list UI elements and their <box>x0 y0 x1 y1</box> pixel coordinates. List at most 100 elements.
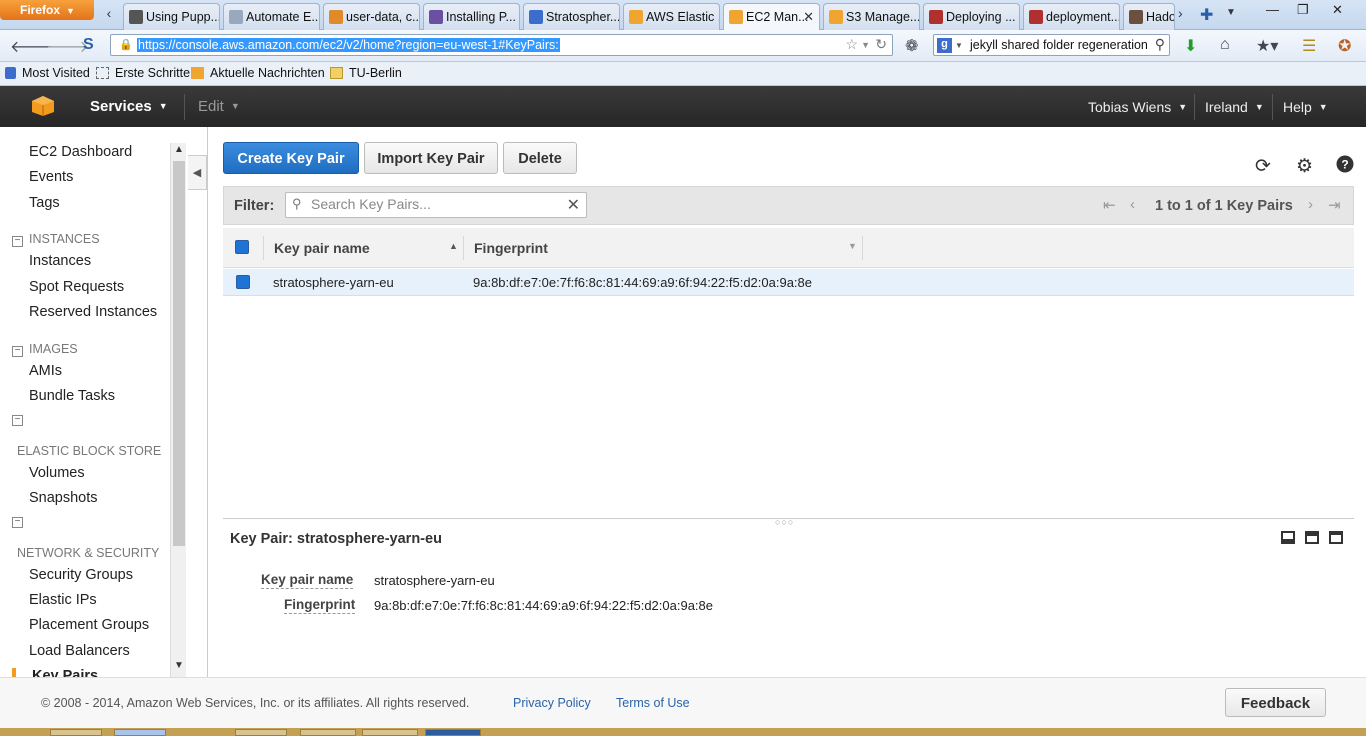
feedback-button[interactable]: Feedback <box>1225 688 1326 717</box>
google-icon[interactable]: g <box>937 38 952 53</box>
browser-tab[interactable]: Hado <box>1123 3 1175 30</box>
sidebar-section-images[interactable]: − IMAGES <box>12 342 78 357</box>
sidebar-item-instances[interactable]: Instances <box>29 253 91 269</box>
pane-maximize-icon[interactable] <box>1329 531 1343 544</box>
bookmark-aktuelle-nachrichten[interactable]: Aktuelle Nachrichten <box>191 66 325 80</box>
browser-tab[interactable]: Using Pupp... <box>123 3 220 30</box>
taskbar-button[interactable] <box>235 729 287 736</box>
next-page-icon[interactable]: › <box>1308 196 1313 213</box>
user-menu[interactable]: Tobias Wiens ▼ <box>1088 99 1187 115</box>
sidebar-item-security-groups[interactable]: Security Groups <box>29 567 133 583</box>
sort-indicator-icon[interactable]: ▼ <box>848 241 857 251</box>
scroll-down-icon[interactable]: ▼ <box>174 660 184 671</box>
bookmark-tu-berlin[interactable]: TU-Berlin <box>330 66 402 80</box>
browser-tab[interactable]: deployment... <box>1023 3 1120 30</box>
scrollbar-thumb[interactable] <box>173 161 185 546</box>
services-menu[interactable]: Services ▼ <box>90 98 168 115</box>
restore-icon[interactable]: ❐ <box>1297 2 1309 18</box>
sidebar-item-key-pairs[interactable]: Key Pairs <box>32 668 98 677</box>
row-checkbox[interactable] <box>236 275 250 289</box>
addon-icon[interactable]: ❁ <box>905 36 918 56</box>
sidebar-item-bundle-tasks[interactable]: Bundle Tasks <box>29 388 115 404</box>
import-key-pair-button[interactable]: Import Key Pair <box>364 142 498 174</box>
select-all-checkbox[interactable] <box>235 240 249 254</box>
browser-tab[interactable]: Stratospher... <box>523 3 620 30</box>
sidebar-item-placement-groups[interactable]: Placement Groups <box>29 617 149 633</box>
region-menu[interactable]: Ireland ▼ <box>1205 99 1264 115</box>
tab-list-chevron-icon[interactable]: ▼ <box>1226 7 1236 18</box>
sidebar-item-load-balancers[interactable]: Load Balancers <box>29 643 130 659</box>
sidebar-section-instances[interactable]: − INSTANCES <box>12 232 100 247</box>
search-bar[interactable]: g ▼ jekyll shared folder regeneration ⚲ <box>933 34 1170 56</box>
search-query[interactable]: jekyll shared folder regeneration <box>970 38 1148 52</box>
gear-icon[interactable]: ⚙ <box>1296 155 1313 178</box>
last-page-icon[interactable]: ⇥ <box>1328 196 1341 214</box>
close-window-icon[interactable]: ✕ <box>1332 2 1343 18</box>
help-menu[interactable]: Help ▼ <box>1283 99 1328 115</box>
taskbar-button[interactable] <box>50 729 102 736</box>
sidebar-item-snapshots[interactable]: Snapshots <box>29 490 98 506</box>
reload-icon[interactable]: ↻ <box>875 36 887 53</box>
table-row[interactable]: stratosphere-yarn-eu 9a:8b:df:e7:0e:7f:f… <box>223 269 1354 296</box>
sidebar-scrollbar[interactable]: ▲ ▼ <box>170 143 186 677</box>
close-tab-icon[interactable]: ✕ <box>803 9 814 25</box>
new-tab-icon[interactable]: ✚ <box>1200 5 1213 25</box>
pane-half-icon[interactable] <box>1305 531 1319 544</box>
sidebar-item-spot-requests[interactable]: Spot Requests <box>29 279 124 295</box>
browser-tab-active[interactable]: EC2 Man... ✕ <box>723 3 820 30</box>
refresh-icon[interactable]: ⟳ <box>1255 155 1271 178</box>
stylish-s-icon[interactable]: S <box>83 36 94 54</box>
privacy-policy-link[interactable]: Privacy Policy <box>513 696 591 710</box>
tab-scroll-left-icon[interactable]: ‹ <box>98 5 120 25</box>
toolbar-addon-icon[interactable]: ☰ <box>1302 36 1316 56</box>
browser-tab[interactable]: Automate E... <box>223 3 320 30</box>
taskbar-button[interactable] <box>425 729 481 736</box>
sidebar-item-amis[interactable]: AMIs <box>29 363 62 379</box>
collapse-minus-icon[interactable]: − <box>12 517 23 528</box>
browser-tab[interactable]: Deploying ... <box>923 3 1020 30</box>
address-bar[interactable]: 🔒 https://console.aws.amazon.com/ec2/v2/… <box>110 34 893 56</box>
edit-menu[interactable]: Edit ▼ <box>198 98 240 115</box>
sort-ascending-icon[interactable]: ▲ <box>449 241 458 251</box>
sidebar-item-reserved-instances[interactable]: Reserved Instances <box>29 304 157 320</box>
bookmark-erste-schritte[interactable]: Erste Schritte <box>96 66 190 80</box>
clear-filter-icon[interactable]: ✕ <box>567 195 580 215</box>
create-key-pair-button[interactable]: Create Key Pair <box>223 142 359 174</box>
home-icon[interactable]: ⌂ <box>1220 36 1230 54</box>
engine-dropdown-icon[interactable]: ▼ <box>955 41 963 50</box>
browser-tab[interactable]: user-data, c... <box>323 3 420 30</box>
search-icon[interactable]: ⚲ <box>1155 36 1165 53</box>
filter-search-box[interactable]: ⚲ ✕ <box>285 192 587 218</box>
taskbar-button[interactable] <box>114 729 166 736</box>
collapse-sidebar-icon[interactable]: ◀ <box>188 155 207 190</box>
previous-page-icon[interactable]: ‹ <box>1130 196 1135 213</box>
drag-handle-icon[interactable]: ○○○ <box>775 517 794 527</box>
taskbar-button[interactable] <box>300 729 356 736</box>
bookmark-star-icon[interactable]: ☆ <box>845 36 858 53</box>
collapse-minus-icon[interactable]: − <box>12 236 23 247</box>
terms-of-use-link[interactable]: Terms of Use <box>616 696 690 710</box>
browser-tab[interactable]: Installing P... <box>423 3 520 30</box>
history-dropdown-icon[interactable]: ▼ <box>861 40 870 50</box>
sidebar-item-volumes[interactable]: Volumes <box>29 465 85 481</box>
pane-minimize-icon[interactable] <box>1281 531 1295 544</box>
sidebar-item-elastic-ips[interactable]: Elastic IPs <box>29 592 97 608</box>
sidebar-item-events[interactable]: Events <box>29 169 73 185</box>
tab-scroll-right-icon[interactable]: › <box>1178 5 1183 21</box>
download-arrow-icon[interactable]: ⬇ <box>1184 36 1197 56</box>
minimize-icon[interactable]: — <box>1266 2 1279 17</box>
bookmarks-menu-icon[interactable]: ★▾ <box>1256 36 1278 56</box>
column-header-key-pair-name[interactable]: Key pair name <box>274 240 370 256</box>
address-url[interactable]: https://console.aws.amazon.com/ec2/v2/ho… <box>137 38 560 52</box>
bookmark-most-visited[interactable]: Most Visited <box>5 66 90 80</box>
aws-cube-logo-icon[interactable] <box>31 95 55 117</box>
delete-button[interactable]: Delete <box>503 142 577 174</box>
sidebar-item-ec2-dashboard[interactable]: EC2 Dashboard <box>29 144 132 160</box>
browser-tab[interactable]: S3 Manage... <box>823 3 920 30</box>
sidebar-item-tags[interactable]: Tags <box>29 195 60 211</box>
firefox-menu-button[interactable]: Firefox ▼ <box>0 0 94 20</box>
scroll-up-icon[interactable]: ▲ <box>174 144 184 155</box>
collapse-minus-icon[interactable]: − <box>12 415 23 426</box>
taskbar-button[interactable] <box>362 729 418 736</box>
toolbar-addon-icon-2[interactable]: ✪ <box>1338 36 1351 56</box>
